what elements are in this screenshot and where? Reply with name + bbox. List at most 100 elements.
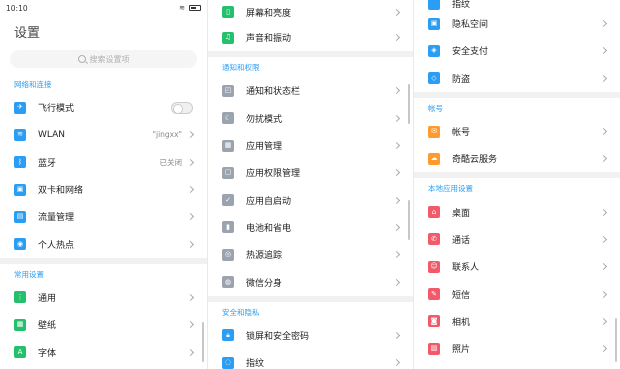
chevron-right-icon bbox=[186, 213, 195, 221]
dual-sim-row[interactable]: ▣ 双卡和网络 bbox=[0, 176, 207, 203]
airplane-icon: ✈ bbox=[14, 101, 26, 114]
hotspot-label: 个人热点 bbox=[38, 240, 75, 251]
section-notifications: 通知和权限 bbox=[222, 63, 260, 73]
dual-sim-label: 双卡和网络 bbox=[38, 186, 84, 197]
airplane-mode-row[interactable]: ✈ 飞行模式 bbox=[0, 94, 207, 121]
chevron-right-icon bbox=[599, 317, 608, 325]
chevron-right-icon bbox=[599, 263, 608, 271]
scrollbar[interactable] bbox=[615, 318, 617, 362]
photo-icon: ▨ bbox=[428, 342, 440, 355]
chevron-right-icon bbox=[392, 359, 401, 367]
battery-settings-icon: ▮ bbox=[222, 221, 234, 234]
wechat-row[interactable]: ◍ 微信分身 bbox=[208, 268, 413, 295]
chevron-right-icon bbox=[599, 20, 608, 28]
wifi-settings-icon: ≋ bbox=[14, 128, 26, 141]
chevron-right-icon bbox=[392, 141, 401, 150]
scrollbar[interactable] bbox=[408, 200, 410, 240]
general-label: 通用 bbox=[38, 293, 57, 304]
fingerprint-icon bbox=[428, 0, 440, 10]
heat-label: 热源追踪 bbox=[246, 251, 283, 262]
fingerprint-partial-label: 指纹 bbox=[452, 0, 471, 10]
chevron-right-icon bbox=[599, 208, 608, 216]
notif-status-row[interactable]: ◰ 通知和状态栏 bbox=[208, 77, 413, 104]
wallpaper-icon: ▦ bbox=[14, 318, 26, 331]
battery-label: 电池和省电 bbox=[246, 223, 292, 234]
account-label: 帐号 bbox=[452, 128, 471, 139]
camera-row[interactable]: ◙ 相机 bbox=[414, 308, 620, 335]
airplane-toggle[interactable] bbox=[171, 101, 193, 114]
hotspot-row[interactable]: ◉ 个人热点 bbox=[0, 230, 207, 257]
dnd-row[interactable]: ☾ 勿扰模式 bbox=[208, 105, 413, 132]
account-row[interactable]: ✉ 帐号 bbox=[414, 118, 620, 145]
status-icons: ≋ bbox=[179, 4, 201, 12]
display-row[interactable]: ▯ 屏幕和亮度 bbox=[208, 0, 413, 24]
chevron-right-icon bbox=[186, 185, 195, 194]
lock-row[interactable]: 🔒︎ 锁屏和安全密码 bbox=[208, 322, 413, 349]
wechat-label: 微信分身 bbox=[246, 278, 283, 289]
wallpaper-row[interactable]: ▦ 壁纸 bbox=[0, 311, 207, 338]
chevron-right-icon bbox=[186, 158, 195, 166]
search-input[interactable]: 搜索设置项 bbox=[10, 50, 197, 68]
scrollbar[interactable] bbox=[408, 84, 410, 124]
call-row[interactable]: ✆ 通话 bbox=[414, 226, 620, 253]
hotspot-icon: ◉ bbox=[14, 238, 26, 251]
wallpaper-label: 壁纸 bbox=[38, 321, 57, 332]
desktop-row[interactable]: ⌂ 桌面 bbox=[414, 198, 620, 225]
chevron-right-icon bbox=[186, 293, 195, 301]
chevron-right-icon bbox=[186, 348, 195, 356]
desktop-label: 桌面 bbox=[452, 208, 471, 219]
photos-row[interactable]: ▨ 照片 bbox=[414, 335, 620, 362]
antitheft-row[interactable]: ◇ 防盗 bbox=[414, 65, 620, 92]
app-perm-row[interactable]: ▢ 应用权限管理 bbox=[208, 159, 413, 186]
font-icon: A bbox=[14, 346, 26, 359]
font-row[interactable]: A 字体 bbox=[0, 338, 207, 365]
section-network: 网络和连接 bbox=[14, 80, 52, 89]
chevron-right-icon bbox=[392, 278, 401, 286]
contacts-row[interactable]: ☺ 联系人 bbox=[414, 253, 620, 280]
chevron-right-icon bbox=[392, 223, 401, 231]
battery-row[interactable]: ▮ 电池和省电 bbox=[208, 214, 413, 241]
privacy-icon: ▣ bbox=[428, 17, 440, 30]
autostart-row[interactable]: ✓ 应用自启动 bbox=[208, 186, 413, 213]
status-bar: 10:10 ≋ bbox=[0, 0, 207, 16]
dnd-label: 勿扰模式 bbox=[246, 114, 283, 125]
traffic-row[interactable]: ▤ 流量管理 bbox=[0, 203, 207, 230]
general-row[interactable]: ⋮ 通用 bbox=[0, 284, 207, 311]
search-wrap: 搜索设置项 bbox=[0, 46, 207, 74]
fingerprint-label: 指纹 bbox=[246, 359, 265, 369]
wechat-icon: ◍ bbox=[222, 276, 234, 289]
chevron-right-icon bbox=[599, 74, 608, 82]
wlan-value: "jingxx" bbox=[152, 130, 182, 140]
permission-icon: ▢ bbox=[222, 166, 234, 179]
heat-row[interactable]: ◎ 热源追踪 bbox=[208, 241, 413, 268]
app-mgmt-row[interactable]: ▦ 应用管理 bbox=[208, 132, 413, 159]
mail-icon: ✉ bbox=[428, 125, 440, 138]
sound-row[interactable]: ♫ 声音和振动 bbox=[208, 24, 413, 51]
privacy-row[interactable]: ▣ 隐私空间 bbox=[414, 10, 620, 37]
section-local-apps: 本地应用设置 bbox=[428, 184, 473, 194]
scrollbar[interactable] bbox=[202, 322, 204, 362]
chevron-right-icon bbox=[392, 87, 401, 95]
payment-row[interactable]: ◈ 安全支付 bbox=[414, 37, 620, 64]
search-placeholder: 搜索设置项 bbox=[89, 54, 130, 64]
sim-card-icon: ▣ bbox=[14, 183, 26, 196]
chevron-right-icon bbox=[599, 345, 608, 353]
home-icon: ⌂ bbox=[428, 206, 440, 219]
fingerprint-row[interactable]: ◌ 指纹 bbox=[208, 349, 413, 369]
sms-row[interactable]: ✎ 短信 bbox=[414, 280, 620, 307]
autostart-icon: ✓ bbox=[222, 194, 234, 207]
bluetooth-row[interactable]: ᛒ 蓝牙 已关闭 bbox=[0, 149, 207, 176]
fingerprint-partial-row[interactable]: 指纹 bbox=[414, 0, 620, 10]
traffic-label: 流量管理 bbox=[38, 213, 75, 224]
cloud-row[interactable]: ☁ 奇酷云服务 bbox=[414, 145, 620, 172]
wlan-row[interactable]: ≋ WLAN "jingxx" bbox=[0, 121, 207, 148]
chevron-right-icon bbox=[599, 127, 608, 136]
general-icon: ⋮ bbox=[14, 291, 26, 304]
lock-label: 锁屏和安全密码 bbox=[246, 331, 310, 342]
chevron-right-icon bbox=[392, 331, 401, 339]
app-mgmt-label: 应用管理 bbox=[246, 142, 283, 153]
chevron-right-icon bbox=[392, 114, 401, 122]
bluetooth-value: 已关闭 bbox=[159, 157, 183, 167]
chevron-right-icon bbox=[599, 235, 608, 243]
search-icon bbox=[77, 55, 86, 63]
